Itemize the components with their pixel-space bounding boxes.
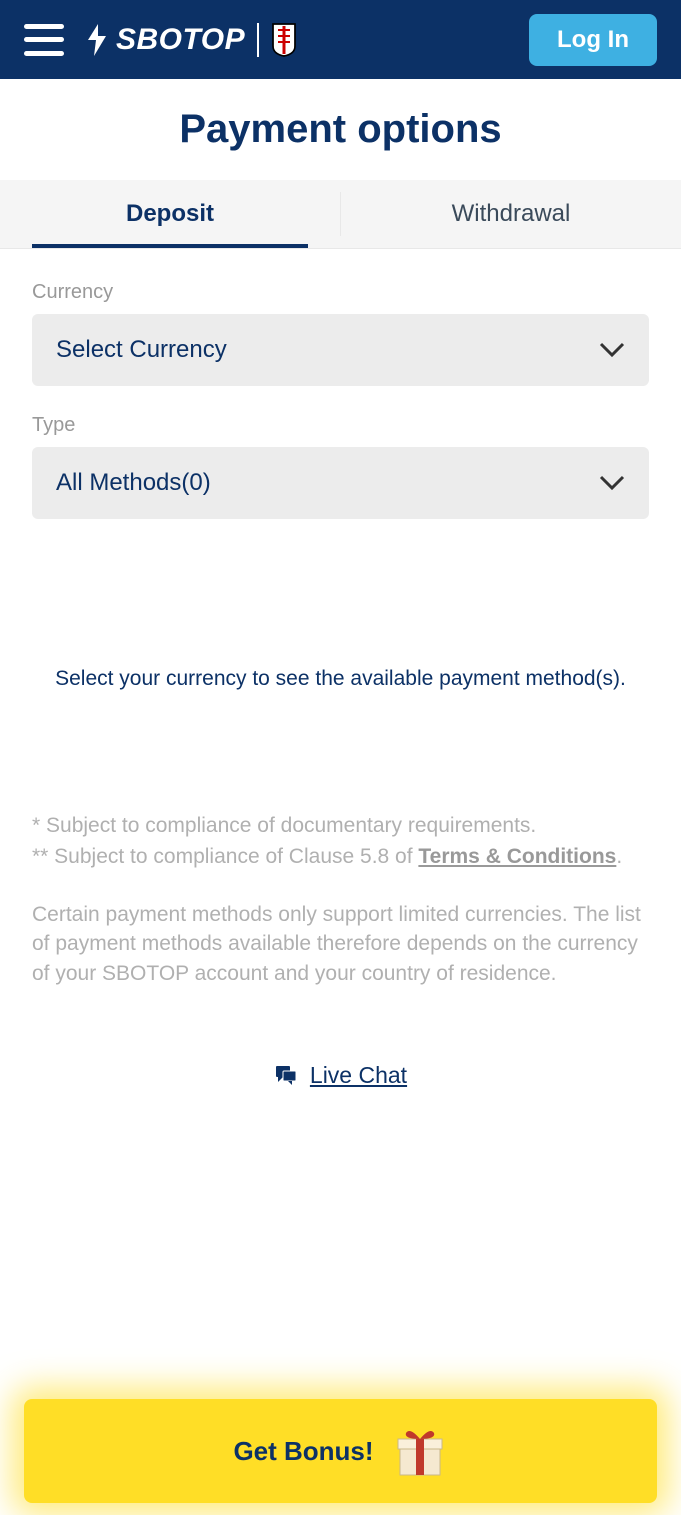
shield-icon	[271, 22, 297, 58]
tabs: Deposit Withdrawal	[0, 180, 681, 249]
bonus-text: Get Bonus!	[233, 1436, 373, 1467]
tab-withdrawal[interactable]: Withdrawal	[341, 180, 681, 248]
disclaimer-line1: * Subject to compliance of documentary r…	[32, 811, 649, 840]
type-label: Type	[32, 414, 649, 437]
page-title: Payment options	[0, 79, 681, 180]
header: SBOTOP Log In	[0, 0, 681, 79]
currency-value: Select Currency	[56, 336, 227, 364]
bolt-icon	[82, 22, 110, 58]
currency-dropdown[interactable]: Select Currency	[32, 314, 649, 386]
disclaimer-line2: ** Subject to compliance of Clause 5.8 o…	[32, 842, 649, 871]
disclaimer-note: Certain payment methods only support lim…	[32, 900, 649, 988]
tab-deposit[interactable]: Deposit	[0, 180, 340, 248]
menu-icon[interactable]	[24, 24, 64, 56]
chat-icon	[274, 1063, 298, 1087]
login-button[interactable]: Log In	[529, 14, 657, 66]
live-chat[interactable]: Live Chat	[0, 990, 681, 1161]
brand-text: SBOTOP	[116, 23, 245, 57]
type-dropdown[interactable]: All Methods(0)	[32, 447, 649, 519]
chevron-down-icon	[599, 475, 625, 491]
chevron-down-icon	[599, 342, 625, 358]
gift-icon	[392, 1423, 448, 1479]
live-chat-link: Live Chat	[310, 1062, 407, 1089]
type-value: All Methods(0)	[56, 469, 211, 497]
terms-link[interactable]: Terms & Conditions	[418, 845, 616, 868]
info-message: Select your currency to see the availabl…	[0, 579, 681, 751]
form-section: Currency Select Currency Type All Method…	[0, 249, 681, 579]
bonus-banner[interactable]: Get Bonus!	[24, 1399, 657, 1503]
logo[interactable]: SBOTOP	[82, 22, 297, 58]
header-left: SBOTOP	[24, 22, 297, 58]
disclaimer: * Subject to compliance of documentary r…	[0, 751, 681, 988]
currency-label: Currency	[32, 281, 649, 304]
logo-divider	[257, 23, 259, 57]
